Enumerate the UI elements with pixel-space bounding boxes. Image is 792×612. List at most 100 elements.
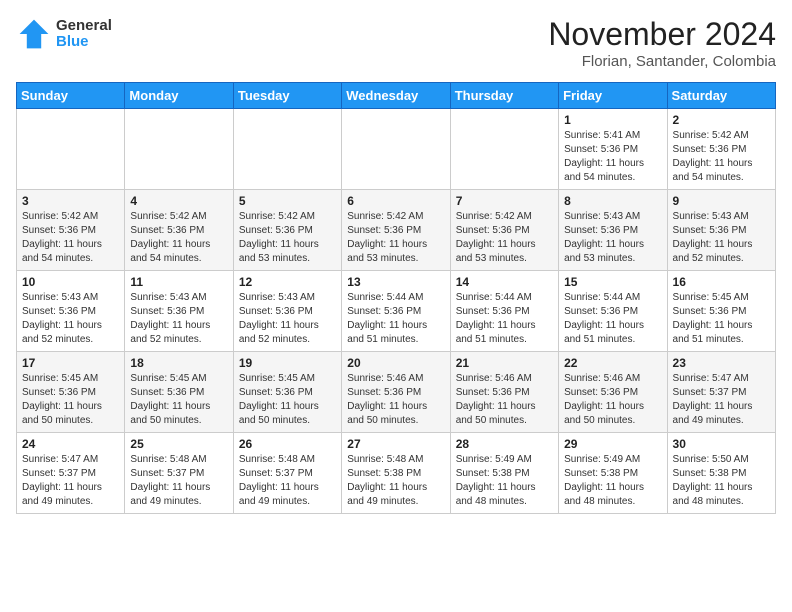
day-info: Sunrise: 5:45 AM Sunset: 5:36 PM Dayligh… [22, 372, 119, 428]
day-info: Sunrise: 5:44 AM Sunset: 5:36 PM Dayligh… [456, 291, 553, 347]
calendar-cell: 27Sunrise: 5:48 AM Sunset: 5:38 PM Dayli… [342, 433, 450, 514]
calendar-cell: 17Sunrise: 5:45 AM Sunset: 5:36 PM Dayli… [17, 352, 125, 433]
calendar-cell: 18 Sunrise: 5:45 AM Sunset: 5:36 PM Dayli… [125, 352, 233, 433]
day-info: Sunrise: 5:44 AM Sunset: 5:36 PM Dayligh… [347, 291, 444, 347]
day-number: 11 [130, 275, 227, 289]
calendar-table: SundayMondayTuesdayWednesdayThursdayFrid… [16, 82, 776, 514]
day-number: 8 [564, 194, 661, 208]
day-number: 24 [22, 437, 119, 451]
day-number: 21 [456, 356, 553, 370]
day-number: 9 [673, 194, 770, 208]
day-info: Sunrise: 5:46 AM Sunset: 5:36 PM Dayligh… [347, 372, 444, 428]
column-header-sunday: Sunday [17, 83, 125, 109]
calendar-week-row: 3 Sunrise: 5:42 AM Sunset: 5:36 PM Daylig… [17, 190, 776, 271]
day-number: 1 [564, 113, 661, 127]
day-info: Sunrise: 5:48 AM Sunset: 5:38 PM Dayligh… [347, 453, 444, 509]
calendar-cell: 14 Sunrise: 5:44 AM Sunset: 5:36 PM Dayli… [450, 271, 558, 352]
day-info: Sunrise: 5:43 AM Sunset: 5:36 PM Dayligh… [239, 291, 336, 347]
calendar-cell: 19 Sunrise: 5:45 AM Sunset: 5:36 PM Dayli… [233, 352, 341, 433]
calendar-cell: 2 Sunrise: 5:42 AM Sunset: 5:36 PM Daylig… [667, 109, 775, 190]
calendar-week-row: 24 Sunrise: 5:47 AM Sunset: 5:37 PM Dayli… [17, 433, 776, 514]
calendar-cell: 5 Sunrise: 5:42 AM Sunset: 5:36 PM Daylig… [233, 190, 341, 271]
day-info: Sunrise: 5:45 AM Sunset: 5:36 PM Dayligh… [673, 291, 770, 347]
page-header: General Blue November 2024 Florian, Sant… [16, 16, 776, 70]
day-number: 20 [347, 356, 444, 370]
day-info: Sunrise: 5:41 AM Sunset: 5:36 PM Dayligh… [564, 129, 661, 185]
day-number: 19 [239, 356, 336, 370]
column-header-friday: Friday [559, 83, 667, 109]
title-block: November 2024 Florian, Santander, Colomb… [548, 16, 776, 70]
calendar-cell: 11Sunrise: 5:43 AM Sunset: 5:36 PM Dayli… [125, 271, 233, 352]
day-number: 12 [239, 275, 336, 289]
logo-general: General [56, 18, 112, 35]
day-number: 5 [239, 194, 336, 208]
day-number: 22 [564, 356, 661, 370]
day-number: 28 [456, 437, 553, 451]
calendar-cell: 8 Sunrise: 5:43 AM Sunset: 5:36 PM Daylig… [559, 190, 667, 271]
calendar-cell: 20 Sunrise: 5:46 AM Sunset: 5:36 PM Dayli… [342, 352, 450, 433]
day-number: 30 [673, 437, 770, 451]
column-header-tuesday: Tuesday [233, 83, 341, 109]
day-info: Sunrise: 5:46 AM Sunset: 5:36 PM Dayligh… [564, 372, 661, 428]
calendar-cell [342, 109, 450, 190]
calendar-cell: 10Sunrise: 5:43 AM Sunset: 5:36 PM Dayli… [17, 271, 125, 352]
day-info: Sunrise: 5:45 AM Sunset: 5:36 PM Dayligh… [239, 372, 336, 428]
calendar-cell [233, 109, 341, 190]
calendar-cell: 29 Sunrise: 5:49 AM Sunset: 5:38 PM Dayli… [559, 433, 667, 514]
calendar-cell: 28Sunrise: 5:49 AM Sunset: 5:38 PM Dayli… [450, 433, 558, 514]
calendar-cell: 6Sunrise: 5:42 AM Sunset: 5:36 PM Daylig… [342, 190, 450, 271]
logo-blue: Blue [56, 34, 112, 51]
calendar-cell: 15Sunrise: 5:44 AM Sunset: 5:36 PM Dayli… [559, 271, 667, 352]
calendar-cell: 30 Sunrise: 5:50 AM Sunset: 5:38 PM Dayli… [667, 433, 775, 514]
day-info: Sunrise: 5:42 AM Sunset: 5:36 PM Dayligh… [22, 210, 119, 266]
day-info: Sunrise: 5:49 AM Sunset: 5:38 PM Dayligh… [564, 453, 661, 509]
day-info: Sunrise: 5:43 AM Sunset: 5:36 PM Dayligh… [22, 291, 119, 347]
day-info: Sunrise: 5:45 AM Sunset: 5:36 PM Dayligh… [130, 372, 227, 428]
month-year-title: November 2024 [548, 16, 776, 53]
calendar-cell: 23 Sunrise: 5:47 AM Sunset: 5:37 PM Dayli… [667, 352, 775, 433]
column-header-wednesday: Wednesday [342, 83, 450, 109]
calendar-week-row: 1 Sunrise: 5:41 AM Sunset: 5:36 PM Daylig… [17, 109, 776, 190]
day-number: 16 [673, 275, 770, 289]
day-info: Sunrise: 5:50 AM Sunset: 5:38 PM Dayligh… [673, 453, 770, 509]
day-number: 29 [564, 437, 661, 451]
day-number: 7 [456, 194, 553, 208]
calendar-cell: 16 Sunrise: 5:45 AM Sunset: 5:36 PM Dayli… [667, 271, 775, 352]
calendar-cell: 12 Sunrise: 5:43 AM Sunset: 5:36 PM Dayli… [233, 271, 341, 352]
logo-text: General Blue [56, 18, 112, 51]
day-info: Sunrise: 5:47 AM Sunset: 5:37 PM Dayligh… [22, 453, 119, 509]
day-number: 25 [130, 437, 227, 451]
calendar-cell [17, 109, 125, 190]
day-number: 18 [130, 356, 227, 370]
day-number: 14 [456, 275, 553, 289]
calendar-cell: 4 Sunrise: 5:42 AM Sunset: 5:36 PM Daylig… [125, 190, 233, 271]
calendar-cell: 22 Sunrise: 5:46 AM Sunset: 5:36 PM Dayli… [559, 352, 667, 433]
day-number: 23 [673, 356, 770, 370]
day-info: Sunrise: 5:42 AM Sunset: 5:36 PM Dayligh… [347, 210, 444, 266]
day-number: 2 [673, 113, 770, 127]
day-number: 26 [239, 437, 336, 451]
calendar-header-row: SundayMondayTuesdayWednesdayThursdayFrid… [17, 83, 776, 109]
location-subtitle: Florian, Santander, Colombia [548, 53, 776, 70]
calendar-cell: 3 Sunrise: 5:42 AM Sunset: 5:36 PM Daylig… [17, 190, 125, 271]
day-number: 3 [22, 194, 119, 208]
day-info: Sunrise: 5:44 AM Sunset: 5:36 PM Dayligh… [564, 291, 661, 347]
day-info: Sunrise: 5:42 AM Sunset: 5:36 PM Dayligh… [456, 210, 553, 266]
column-header-saturday: Saturday [667, 83, 775, 109]
calendar-week-row: 10Sunrise: 5:43 AM Sunset: 5:36 PM Dayli… [17, 271, 776, 352]
day-info: Sunrise: 5:42 AM Sunset: 5:36 PM Dayligh… [673, 129, 770, 185]
calendar-cell: 25Sunrise: 5:48 AM Sunset: 5:37 PM Dayli… [125, 433, 233, 514]
day-info: Sunrise: 5:48 AM Sunset: 5:37 PM Dayligh… [239, 453, 336, 509]
day-info: Sunrise: 5:47 AM Sunset: 5:37 PM Dayligh… [673, 372, 770, 428]
calendar-cell: 24 Sunrise: 5:47 AM Sunset: 5:37 PM Dayli… [17, 433, 125, 514]
calendar-cell [125, 109, 233, 190]
day-info: Sunrise: 5:43 AM Sunset: 5:36 PM Dayligh… [564, 210, 661, 266]
day-info: Sunrise: 5:42 AM Sunset: 5:36 PM Dayligh… [130, 210, 227, 266]
column-header-thursday: Thursday [450, 83, 558, 109]
day-info: Sunrise: 5:42 AM Sunset: 5:36 PM Dayligh… [239, 210, 336, 266]
logo-icon [16, 16, 52, 52]
day-info: Sunrise: 5:46 AM Sunset: 5:36 PM Dayligh… [456, 372, 553, 428]
calendar-cell: 13Sunrise: 5:44 AM Sunset: 5:36 PM Dayli… [342, 271, 450, 352]
day-number: 4 [130, 194, 227, 208]
calendar-cell: 7 Sunrise: 5:42 AM Sunset: 5:36 PM Daylig… [450, 190, 558, 271]
